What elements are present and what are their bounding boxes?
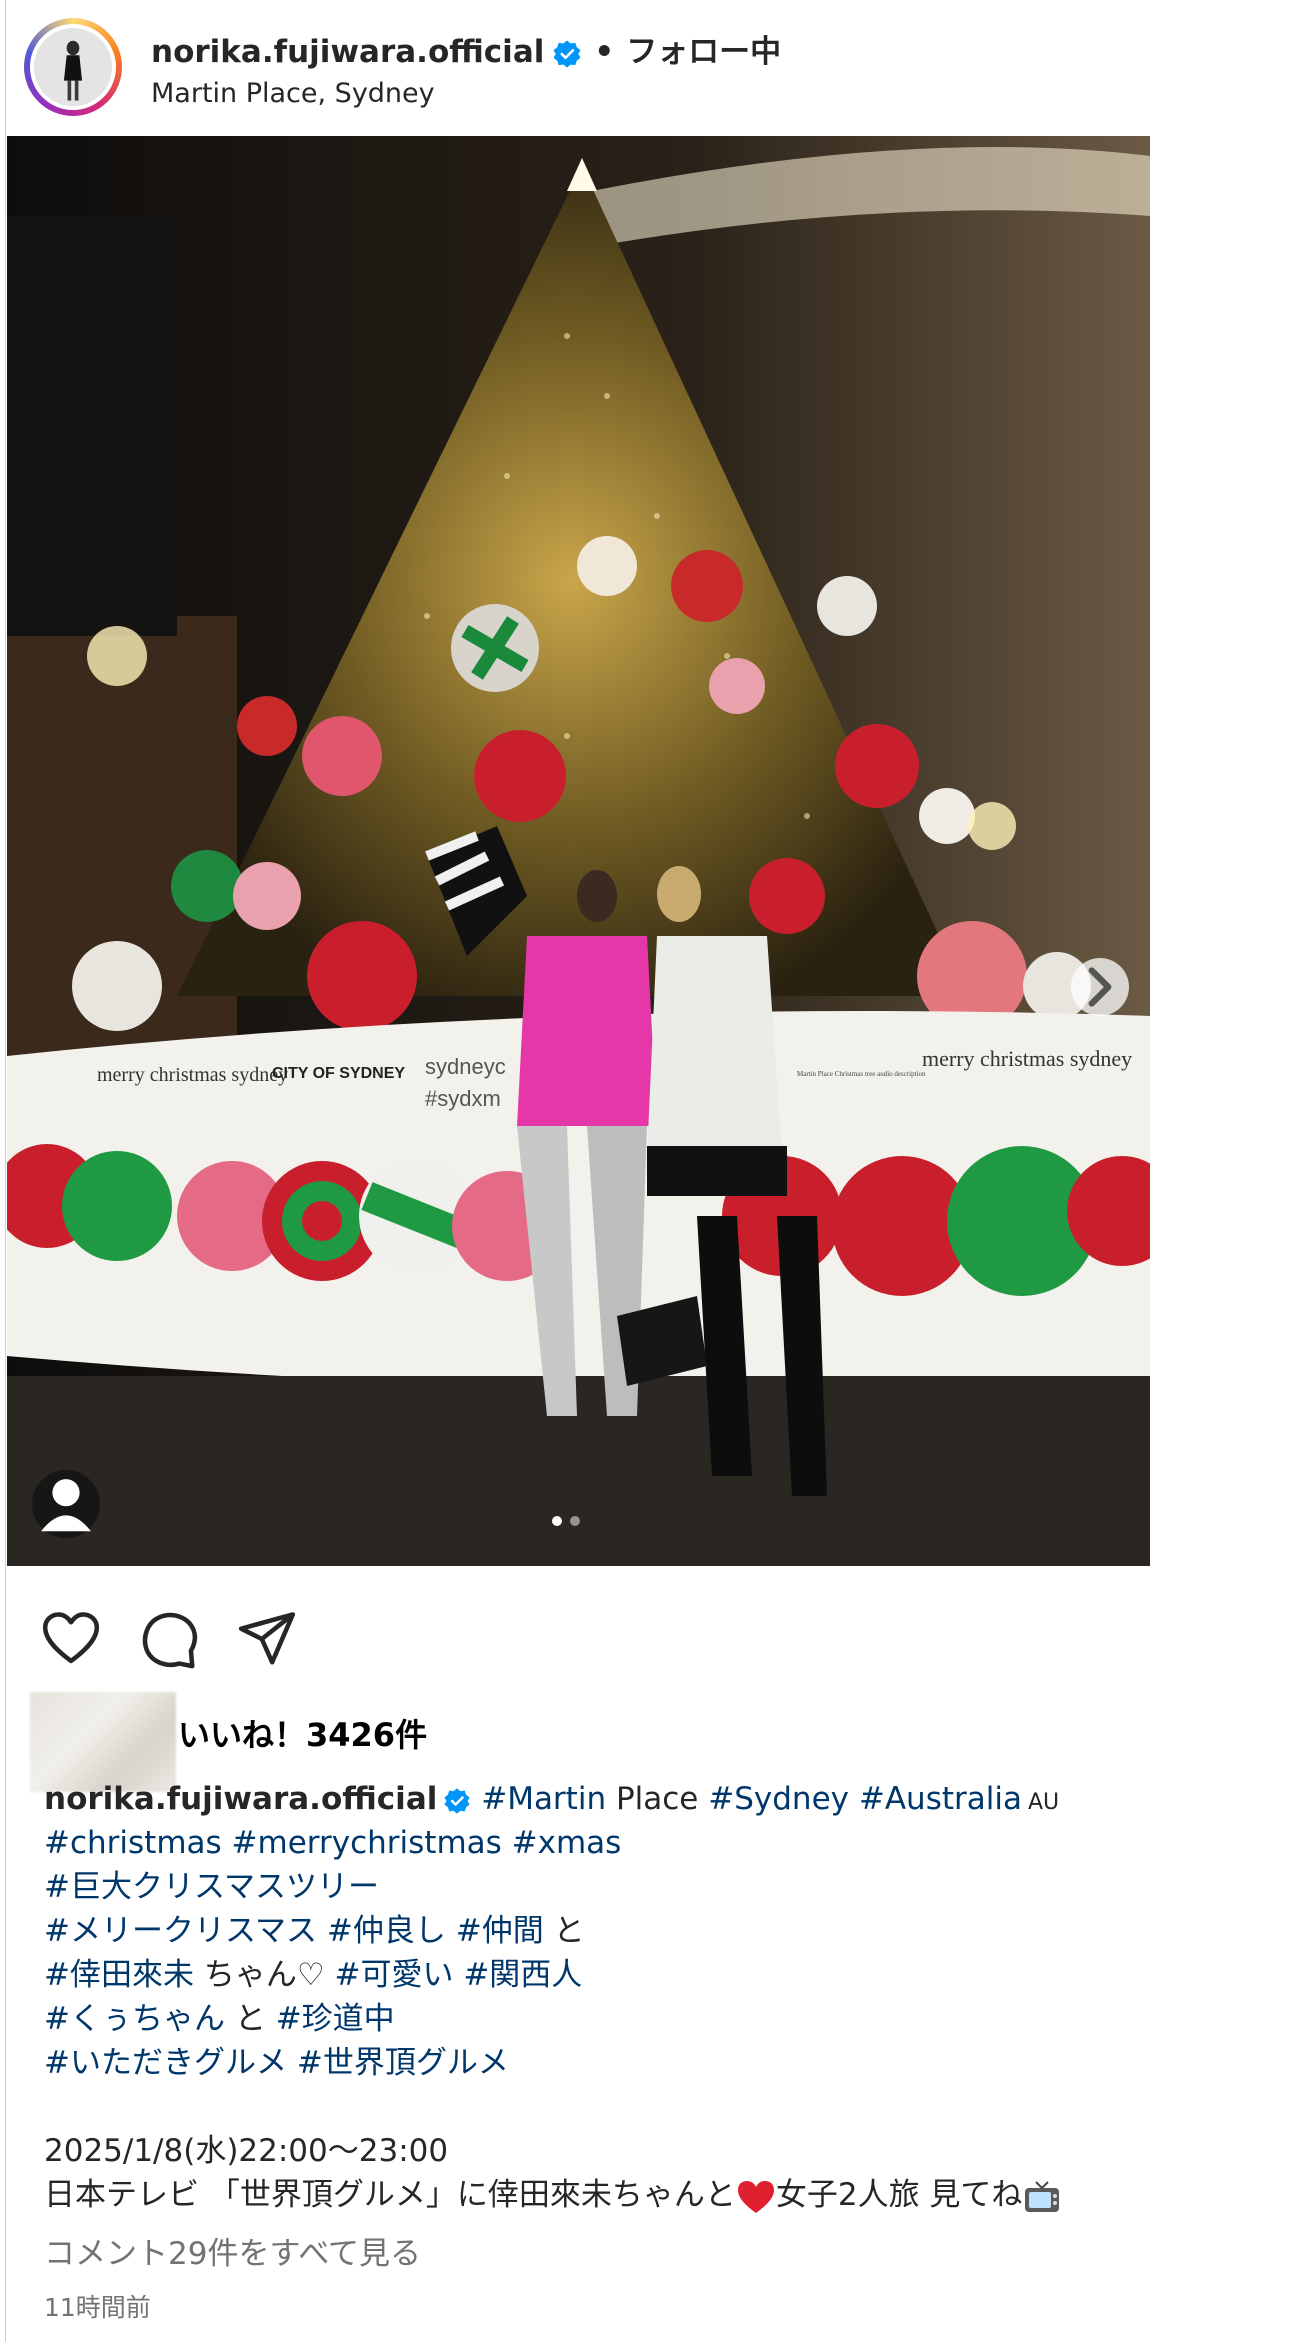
comment-button[interactable] [138, 1608, 200, 1670]
hashtag-link[interactable]: #関西人 [463, 1957, 582, 1993]
action-bar [40, 1608, 340, 1674]
avatar[interactable] [30, 24, 116, 110]
hashtag-link[interactable]: #xmas [512, 1825, 622, 1861]
caption-line: norika.fujiwara.official #Martin Place #… [44, 1777, 1264, 1821]
hashtag-link[interactable]: #merrychristmas [232, 1825, 502, 1861]
tagged-users-button[interactable] [32, 1470, 100, 1538]
caption: norika.fujiwara.official #Martin Place #… [44, 1777, 1264, 2217]
caption-line: #メリークリスマス #仲良し #仲間 と [44, 1909, 1264, 1953]
caption-line: 2025/1/8(水)22:00〜23:00 [44, 2129, 1264, 2173]
hashtag-link[interactable]: #くぅちゃん [44, 2001, 225, 2037]
banner-text-right: merry christmas sydney [922, 1046, 1132, 1071]
hashtag-link[interactable]: #いただきグルメ [44, 2045, 287, 2081]
like-button[interactable] [40, 1608, 102, 1670]
heart-icon [42, 1612, 100, 1664]
caption-line: #christmas #merrychristmas #xmas [44, 1821, 1264, 1865]
caption-line: #倖田來未 ちゃん♡ #可愛い #関西人 [44, 1953, 1264, 1997]
separator-dot: • [594, 34, 615, 70]
caption-line: #巨大クリスマスツリー [44, 1865, 1264, 1909]
view-all-comments-link[interactable]: コメント29件をすべて見る [44, 2228, 421, 2273]
location-link[interactable]: Martin Place, Sydney [151, 78, 435, 109]
hashtag-link[interactable]: #珍道中 [276, 2001, 395, 2037]
caption-text: 日本テレビ 「世界頂グルメ」に倖田來未ちゃんと [44, 2177, 736, 2213]
banner-text-mid-1: sydneyc [425, 1054, 506, 1079]
caption-text: Place [606, 1781, 709, 1817]
verified-badge-icon [553, 40, 581, 67]
caption-text: と [224, 2001, 276, 2037]
post-image[interactable]: merry christmas sydney CITY OF SYDNEY sy… [7, 136, 1150, 1566]
caption-text [446, 1913, 456, 1949]
person-icon [41, 1479, 91, 1532]
verified-badge-icon [444, 1787, 470, 1814]
caption-text [849, 1781, 859, 1817]
comment-icon [142, 1612, 198, 1669]
hashtag-link[interactable]: #christmas [44, 1825, 222, 1861]
caption-text [453, 1957, 463, 1993]
hashtag-link[interactable]: #倖田來未 [44, 1957, 194, 1993]
banner-text-city: CITY OF SYDNEY [272, 1065, 405, 1082]
caption-username[interactable]: norika.fujiwara.official [44, 1781, 437, 1817]
left-border [5, 0, 6, 2342]
share-button[interactable] [236, 1608, 298, 1670]
hashtag-link[interactable]: #巨大クリスマスツリー [44, 1869, 379, 1905]
caption-text: ちゃん♡ [193, 1957, 335, 1993]
hashtag-link[interactable]: #仲良し [327, 1913, 446, 1949]
hashtag-link[interactable]: #Sydney [708, 1781, 849, 1817]
broadcast-datetime: 2025/1/8(水)22:00〜23:00 [44, 2133, 449, 2169]
carousel-next-button[interactable] [1071, 958, 1129, 1016]
television-icon [1025, 2180, 1060, 2212]
caption-text: 女子2人旅 見てね [775, 2177, 1023, 2213]
hashtag-link[interactable]: #仲間 [456, 1913, 544, 1949]
hashtag-link[interactable]: #可愛い [334, 1957, 453, 1993]
caption-line: #いただきグルメ #世界頂グルメ [44, 2041, 1264, 2085]
likes-row: いいね！3426件 [30, 1690, 630, 1792]
christmas-tree-photo: merry christmas sydney CITY OF SYDNEY sy… [7, 136, 1150, 1566]
chevron-right-icon [1088, 967, 1112, 1007]
hashtag-link[interactable]: #世界頂グルメ [297, 2045, 509, 2081]
caption-line: #くぅちゃん と #珍道中 [44, 1997, 1264, 2041]
carousel-dot [552, 1516, 562, 1526]
banner-text-left: merry christmas sydney [97, 1064, 288, 1086]
carousel-dot [570, 1516, 580, 1526]
red-heart-icon [737, 2180, 774, 2213]
story-ring[interactable] [24, 18, 122, 116]
hashtag-link[interactable]: #メリークリスマス [44, 1913, 317, 1949]
banner-text-mid-2: #sydxm [425, 1086, 501, 1111]
post-timestamp[interactable]: 11時間前 [44, 2288, 151, 2324]
hashtag-link[interactable]: #Martin [481, 1781, 606, 1817]
paper-plane-icon [238, 1612, 296, 1665]
carousel-indicator [552, 1516, 580, 1526]
caption-text [502, 1825, 512, 1861]
caption-text [287, 2045, 297, 2081]
username-link[interactable]: norika.fujiwara.official [151, 34, 544, 70]
caption-text [222, 1825, 232, 1861]
following-button[interactable]: フォロー中 [626, 34, 781, 70]
caption-line: 日本テレビ 「世界頂グルメ」に倖田來未ちゃんと 女子2人旅 見てね [44, 2173, 1264, 2217]
likes-count[interactable]: いいね！3426件 [178, 1710, 427, 1756]
banner-text-sign: Martin Place Christmas tree audio descri… [797, 1070, 926, 1078]
flag-emoji-au: AU [1027, 1790, 1060, 1815]
caption-text: と [543, 1913, 585, 1949]
post-header: norika.fujiwara.official • フォロー中 Martin Pl… [24, 18, 1264, 128]
username-line: norika.fujiwara.official • フォロー中 [151, 26, 781, 71]
caption-text [317, 1913, 327, 1949]
hashtag-link[interactable]: #Australia [859, 1781, 1022, 1817]
